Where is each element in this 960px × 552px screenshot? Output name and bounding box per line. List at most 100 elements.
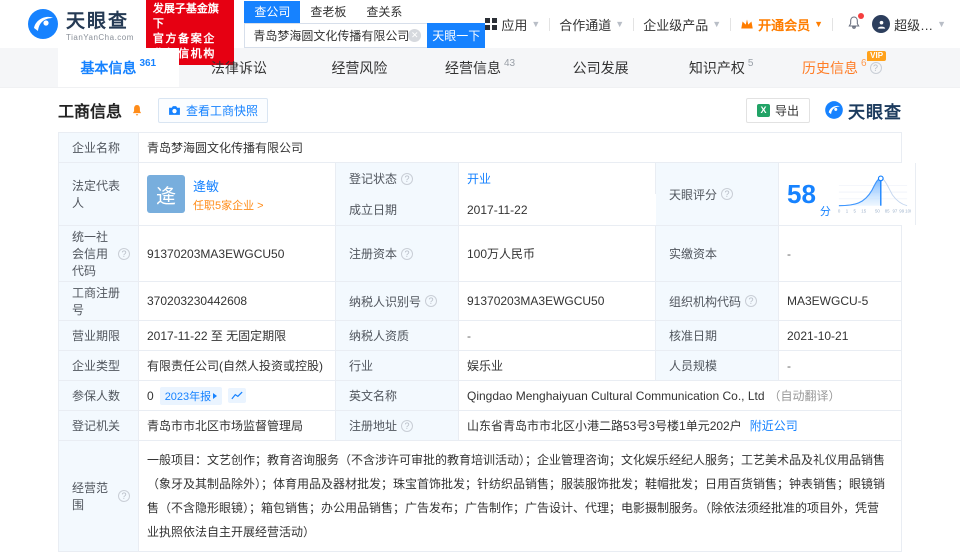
label-text: 经营范围 [72, 481, 109, 512]
svg-text:100: 100 [905, 209, 911, 214]
score-distribution-chart: 0 1 5 15 50 85 97 99 100 [838, 175, 911, 214]
legal-rep-name-link[interactable]: 逄敏 [193, 176, 264, 195]
tab-label: 经营信息 [444, 59, 501, 76]
menu-apps-label: 应用 [501, 17, 528, 33]
help-icon[interactable]: ? [869, 61, 882, 74]
reg-capital-value: 100万人民币 [459, 226, 656, 281]
search-tab-company[interactable]: 查公司 [244, 0, 301, 23]
search-tabs: 查公司 查老板 查关系 [244, 0, 485, 23]
table-row-company-type: 企业类型 有限责任公司(自然人投资或控股) 行业 娱乐业 人员规模 - [59, 351, 901, 381]
export-label: 导出 [774, 103, 799, 118]
establish-date-label: 成立日期 [336, 194, 459, 225]
table-row-company-name: 企业名称 青岛梦海圆文化传播有限公司 [59, 133, 901, 163]
label-text: 组织机构代码 [669, 294, 742, 309]
annual-report-label: 2023年报 [164, 390, 212, 403]
nearby-companies-link[interactable]: 附近公司 [750, 417, 798, 434]
tab-legal-litigation[interactable]: 法律诉讼 [179, 48, 300, 87]
menu-divider [549, 17, 551, 31]
tianyancha-logo[interactable]: 天眼查 TianYanCha.com [26, 6, 134, 42]
trend-chart-button[interactable] [228, 388, 247, 403]
business-scope-label: 经营范围 ? [59, 441, 139, 551]
english-name-value: Qingdao Menghaiyuan Cultural Communicati… [459, 381, 901, 410]
tab-company-development[interactable]: 公司发展 [540, 48, 661, 87]
section-header: 工商信息 查看工商快照 X 导出 天眼查 [0, 88, 960, 132]
reg-capital-label: 注册资本 ? [336, 226, 459, 281]
tab-operation-risk[interactable]: 经营风险 [299, 48, 420, 87]
clear-search-icon[interactable]: ✕ [408, 28, 422, 42]
credit-code-value: 91370203MA3EWGCU50 [139, 226, 336, 281]
menu-divider [730, 17, 732, 31]
svg-text:99: 99 [899, 209, 904, 214]
section-actions: X 导出 天眼查 [745, 97, 902, 123]
tab-intellectual-property[interactable]: 知识产权 5 [661, 48, 782, 87]
business-scope-value: 一般项目：文艺创作；教育咨询服务（不含涉许可审批的教育培训活动）；企业管理咨询；… [139, 441, 901, 551]
tab-operation-info[interactable]: 经营信息 43 [420, 48, 541, 87]
reg-number-label: 工商注册号 [59, 282, 139, 320]
excel-icon: X [756, 103, 770, 117]
search-tab-relation[interactable]: 查关系 [356, 1, 412, 23]
search-input[interactable] [253, 28, 409, 42]
user-account[interactable]: 超级… ▼ [872, 15, 946, 34]
menu-apps[interactable]: 应用 ▼ [485, 15, 540, 34]
english-name-text: Qingdao Menghaiyuan Cultural Communicati… [467, 388, 765, 403]
subscribe-bell-icon[interactable] [130, 103, 144, 118]
menu-vip-label: 开通会员 [758, 17, 811, 33]
export-button[interactable]: X 导出 [745, 97, 810, 123]
notification-dot [858, 12, 865, 19]
label-text: 注册资本 [349, 247, 398, 261]
caret-right-icon [213, 392, 218, 399]
menu-enterprise[interactable]: 企业级产品 ▼ [643, 15, 721, 34]
score-label: 天眼评分 ? [656, 163, 779, 225]
help-icon[interactable]: ? [401, 247, 414, 260]
approve-date-value: 2021-10-21 [779, 321, 901, 350]
staff-size-label: 人员规模 [656, 351, 779, 380]
legal-rep-avatar[interactable]: 逄 [147, 175, 185, 213]
svg-text:15: 15 [861, 209, 866, 214]
insured-count: 0 [147, 388, 154, 403]
legal-rep-positions-link[interactable]: 任职5家企业 > [193, 197, 264, 213]
reg-number-value: 370203230442608 [139, 282, 336, 320]
help-icon[interactable]: ? [118, 490, 130, 502]
menu-divider [832, 17, 834, 31]
notifications-button[interactable] [846, 12, 865, 34]
svg-text:5: 5 [853, 209, 856, 214]
score-value[interactable]: 58 分 0 1 5 15 50 85 97 99 10 [779, 163, 916, 225]
search-row: ✕ 天眼一下 [244, 22, 486, 48]
apps-grid-icon [485, 18, 498, 30]
tianyancha-mark-icon [825, 101, 843, 119]
help-icon[interactable]: ? [745, 295, 758, 307]
address-label: 注册地址 ? [336, 411, 459, 440]
taxpayer-id-label: 纳税人识别号 ? [336, 282, 459, 320]
svg-text:85: 85 [885, 209, 890, 214]
search-button[interactable]: 天眼一下 [427, 22, 486, 48]
tab-basic-info[interactable]: 基本信息 361 [58, 48, 179, 87]
score-number: 58 [787, 179, 816, 209]
table-row-credit-code: 统一社会信用代码 ? 91370203MA3EWGCU50 注册资本 ? 100… [59, 226, 901, 282]
address-value: 山东省青岛市市北区小港二路53号3号楼1单元202户 附近公司 [459, 411, 901, 440]
help-icon[interactable]: ? [425, 295, 438, 307]
tab-history-info[interactable]: 历史信息 6 ? VIP [781, 48, 902, 87]
search-box: ✕ [244, 22, 428, 48]
menu-open-vip[interactable]: 开通会员 ▼ [740, 15, 823, 34]
help-icon[interactable]: ? [118, 247, 130, 260]
logo-domain: TianYanCha.com [66, 33, 134, 42]
taxpayer-quality-value: - [459, 321, 656, 350]
svg-text:0: 0 [838, 209, 841, 214]
chevron-down-icon: ▼ [937, 19, 946, 29]
menu-enterprise-label: 企业级产品 [643, 17, 709, 33]
person-icon [877, 20, 885, 29]
menu-partner[interactable]: 合作通道 ▼ [559, 15, 624, 34]
logo-brand: 天眼查 [66, 11, 130, 32]
watermark-text: 天眼查 [848, 102, 902, 122]
search-tab-boss[interactable]: 查老板 [300, 1, 356, 23]
help-icon[interactable]: ? [401, 172, 414, 185]
approve-date-label: 核准日期 [656, 321, 779, 350]
business-term-value: 2017-11-22 至 无固定期限 [139, 321, 336, 350]
annual-report-link[interactable]: 2023年报 [159, 386, 223, 405]
paid-capital-value: - [779, 226, 901, 281]
section-title: 工商信息 [58, 104, 123, 121]
business-snapshot-button[interactable]: 查看工商快照 [158, 97, 269, 123]
help-icon[interactable]: ? [401, 419, 414, 432]
crown-icon [741, 19, 753, 29]
help-icon[interactable]: ? [721, 188, 734, 200]
